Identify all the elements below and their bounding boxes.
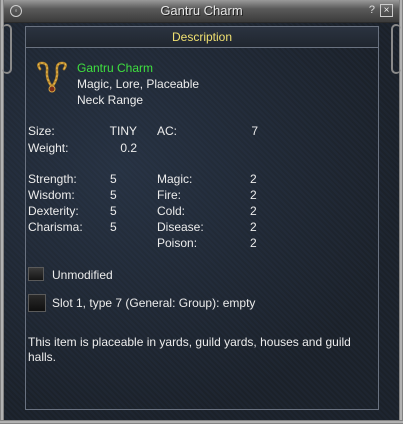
dexterity-value: 5 <box>110 204 117 218</box>
left-ornament <box>2 24 12 74</box>
window-title: Gantru Charm <box>160 3 243 18</box>
poison-label: Poison: <box>157 236 198 250</box>
magic-value: 2 <box>250 172 257 186</box>
unmodified-label: Unmodified <box>52 268 113 282</box>
size-label: Size: <box>28 124 55 138</box>
strength-value: 5 <box>110 172 117 186</box>
ac-value: 7 <box>251 124 258 138</box>
ac-label: AC: <box>157 124 178 138</box>
fire-label: Fire: <box>157 188 181 202</box>
wisdom-value: 5 <box>110 188 117 202</box>
disease-value: 2 <box>250 220 257 234</box>
strength-label: Strength: <box>28 172 77 186</box>
fire-value: 2 <box>250 188 257 202</box>
close-button[interactable]: × <box>380 4 393 17</box>
item-flags: Magic, Lore, Placeable <box>77 77 200 91</box>
help-button[interactable]: ? <box>369 4 375 16</box>
augment-slot[interactable] <box>28 294 46 312</box>
description-title: Description <box>171 30 233 44</box>
unmodified-checkbox[interactable] <box>28 267 44 281</box>
necklace-charm-icon[interactable] <box>32 59 70 97</box>
wisdom-label: Wisdom: <box>28 188 75 202</box>
placement-note: This item is placeable in yards, guild y… <box>28 335 351 364</box>
weight-label: Weight: <box>28 141 69 155</box>
right-ornament <box>391 24 401 74</box>
title-bar[interactable]: ◦ Gantru Charm ? × <box>0 0 403 23</box>
disease-label: Disease: <box>157 220 204 234</box>
cold-label: Cold: <box>157 204 186 218</box>
size-value: TINY <box>109 124 137 138</box>
cold-value: 2 <box>250 204 257 218</box>
item-name: Gantru Charm <box>77 61 154 75</box>
charisma-label: Charisma: <box>28 220 83 234</box>
poison-value: 2 <box>250 236 257 250</box>
charisma-value: 5 <box>110 220 117 234</box>
description-panel: Description Gantru Charm Magic, Lore, Pl… <box>25 26 379 410</box>
weight-value: 0.2 <box>120 141 137 155</box>
dexterity-label: Dexterity: <box>28 204 79 218</box>
description-header: Description <box>26 27 378 48</box>
item-window: ◦ Gantru Charm ? × Description Gantru Ch… <box>0 0 403 424</box>
augment-slot-label: Slot 1, type 7 (General: Group): empty <box>52 296 256 310</box>
window-border-bottom <box>0 420 403 424</box>
item-slot: Neck Range <box>77 93 144 107</box>
magic-label: Magic: <box>157 172 193 186</box>
